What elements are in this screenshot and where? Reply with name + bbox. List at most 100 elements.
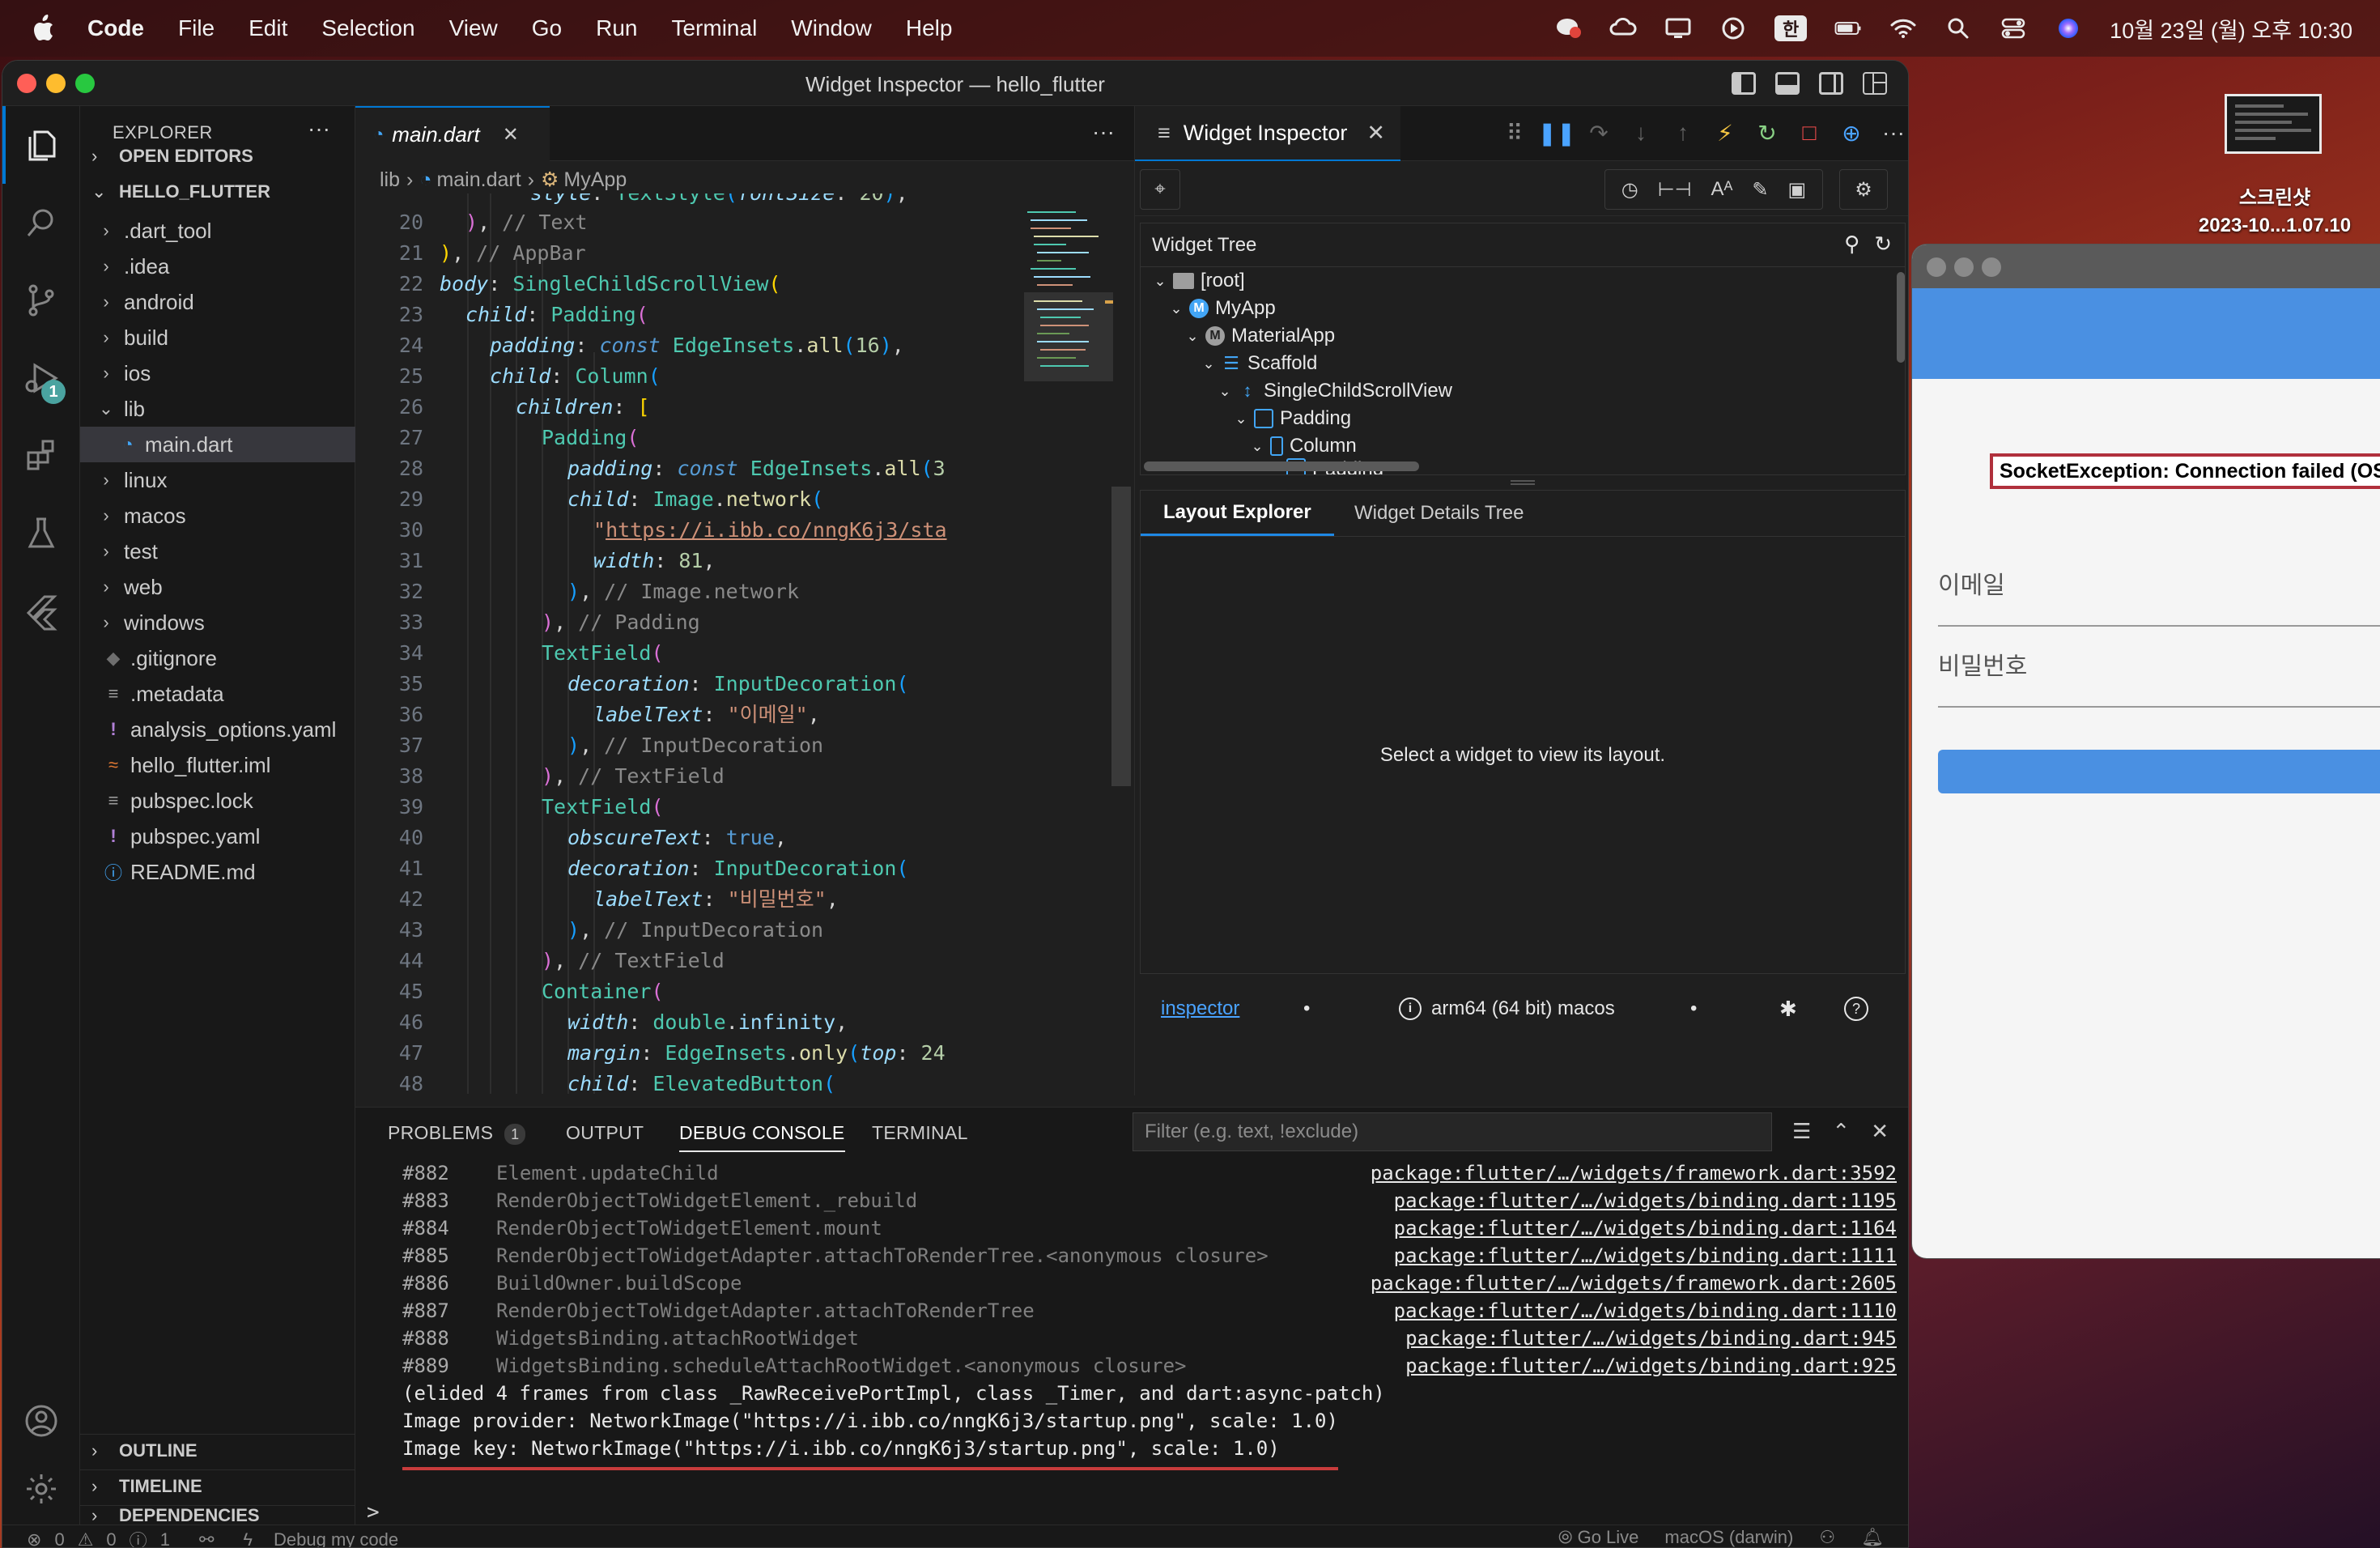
more-actions-icon[interactable]: ···	[1878, 117, 1908, 148]
device-info[interactable]: i arm64 (64 bit) macos	[1399, 997, 1615, 1020]
hot-restart-icon[interactable]: ↻	[1752, 117, 1783, 148]
explorer-more-actions[interactable]: ···	[308, 116, 330, 142]
wifi-icon[interactable]	[1889, 16, 1917, 40]
tree-item-macos[interactable]: › macos	[80, 498, 355, 534]
tree-item-main-dart[interactable]: ◔ main.dart	[80, 427, 355, 462]
errors-icon[interactable]: ⊗	[27, 1529, 41, 1547]
menu-view[interactable]: View	[449, 15, 498, 41]
battery-icon[interactable]	[1834, 16, 1862, 40]
play-circle-icon[interactable]	[1719, 16, 1747, 40]
tree-item-android[interactable]: › android	[80, 284, 355, 320]
tree-item-iml[interactable]: ≈ hello_flutter.iml	[80, 747, 355, 783]
stack-frame-link[interactable]: package:flutter/…/widgets/binding.dart:9…	[1405, 1325, 1897, 1352]
tab-terminal[interactable]: TERMINAL	[872, 1122, 968, 1144]
maximize-panel-icon[interactable]: ⌃	[1832, 1119, 1850, 1144]
tab-debug-console[interactable]: DEBUG CONSOLE	[679, 1122, 845, 1152]
spotlight-search-icon[interactable]	[1944, 16, 1972, 40]
editor-more-actions[interactable]: ···	[1092, 119, 1115, 145]
login-button[interactable]	[1938, 750, 2380, 793]
highlight-repaints-icon[interactable]: ✎	[1752, 178, 1768, 202]
tree-item-pubspec-yaml[interactable]: ! pubspec.yaml	[80, 819, 355, 854]
creative-cloud-icon[interactable]	[1609, 16, 1637, 40]
input-method-indicator[interactable]: 한	[1774, 15, 1808, 41]
stack-frame-link[interactable]: package:flutter/…/widgets/binding.dart:1…	[1394, 1297, 1897, 1325]
tree-item-dart-tool[interactable]: › .dart_tool	[80, 213, 355, 249]
editor-scrollbar[interactable]	[1111, 487, 1131, 786]
clear-console-icon[interactable]: ☰	[1792, 1119, 1811, 1144]
widget-tree-row-padding[interactable]: ⌄ Padding	[1233, 405, 1351, 432]
widget-tree-row-scaffold[interactable]: ⌄ ☰ Scaffold	[1201, 350, 1317, 377]
warnings-icon[interactable]: ⚠	[78, 1529, 94, 1547]
debug-my-code-label[interactable]: Debug my code	[274, 1529, 398, 1547]
inspector-settings-gear-icon[interactable]: ⚙	[1839, 169, 1888, 210]
tree-item-pubspec-lock[interactable]: ≡ pubspec.lock	[80, 783, 355, 819]
menu-terminal[interactable]: Terminal	[671, 15, 757, 41]
widget-tree-refresh-icon[interactable]: ↻	[1874, 232, 1892, 257]
chat-bubble-icon[interactable]	[1554, 16, 1582, 40]
widget-tree-horizontal-scrollbar[interactable]	[1144, 461, 1419, 471]
tab-output[interactable]: OUTPUT	[566, 1122, 644, 1144]
step-into-icon[interactable]: ↓	[1626, 117, 1656, 148]
show-guidelines-icon[interactable]: ⊢⊣	[1658, 178, 1692, 202]
toggle-secondary-sidebar-icon[interactable]	[1819, 72, 1843, 95]
widget-tree-row-myapp[interactable]: ⌄ M MyApp	[1168, 295, 1275, 322]
siri-icon[interactable]	[2055, 16, 2082, 40]
control-center-icon[interactable]	[2000, 16, 2027, 40]
accounts-feedback-icon[interactable]: ⚇	[1819, 1527, 1835, 1547]
password-field-underline[interactable]	[1938, 706, 2380, 708]
stack-frame-link[interactable]: package:flutter/…/widgets/framework.dart…	[1371, 1269, 1897, 1297]
lightning-icon[interactable]: ϟ	[243, 1529, 253, 1547]
testing-flask-icon[interactable]	[2, 495, 80, 572]
timeline-section[interactable]: › TIMELINE	[80, 1469, 355, 1502]
password-field-label[interactable]: 비밀번호	[1938, 646, 2380, 682]
split-drag-handle[interactable]	[1511, 480, 1535, 485]
step-over-icon[interactable]: ↷	[1583, 117, 1614, 148]
step-out-icon[interactable]: ↑	[1668, 117, 1698, 148]
app-zoom-button[interactable]	[1982, 257, 2001, 277]
flutter-icon[interactable]	[2, 572, 80, 650]
search-icon[interactable]	[2, 184, 80, 262]
breadcrumb-lib[interactable]: lib	[380, 168, 400, 191]
drag-handle-icon[interactable]: ⠿	[1499, 117, 1530, 148]
select-widget-mode-icon[interactable]: ⌖	[1140, 169, 1180, 210]
debug-console-output[interactable]: #882 Element.updateChild package:flutter/…	[355, 1159, 1908, 1499]
stack-frame-link[interactable]: package:flutter/…/widgets/binding.dart:1…	[1394, 1242, 1897, 1269]
go-live-button[interactable]: ⦾ Go Live	[1558, 1527, 1639, 1547]
menu-help[interactable]: Help	[906, 15, 953, 41]
stop-icon[interactable]: □	[1794, 117, 1825, 148]
close-tab-icon[interactable]: ✕	[503, 123, 519, 147]
breadcrumb-file[interactable]: main.dart	[436, 168, 521, 191]
widget-tree-search-icon[interactable]: ⚲	[1844, 232, 1859, 257]
app-close-button[interactable]	[1927, 257, 1946, 277]
tree-item-metadata[interactable]: ≡ .metadata	[80, 676, 355, 712]
info-count[interactable]: 1	[160, 1529, 170, 1547]
pause-icon[interactable]: ❚❚	[1538, 117, 1576, 148]
toggle-panel-icon[interactable]	[1775, 72, 1800, 95]
tree-item-web[interactable]: › web	[80, 569, 355, 605]
stack-frame-link[interactable]: package:flutter/…/widgets/binding.dart:9…	[1405, 1352, 1897, 1380]
tree-item-test[interactable]: › test	[80, 534, 355, 569]
tree-item-idea[interactable]: › .idea	[80, 249, 355, 284]
tab-widget-details-tree[interactable]: Widget Details Tree	[1332, 491, 1546, 536]
menu-edit[interactable]: Edit	[249, 15, 287, 41]
menu-go[interactable]: Go	[532, 15, 562, 41]
dependencies-section[interactable]: › DEPENDENCIES	[80, 1505, 355, 1525]
stack-frame-link[interactable]: package:flutter/…/widgets/framework.dart…	[1371, 1159, 1897, 1187]
tree-item-ios[interactable]: › ios	[80, 355, 355, 391]
hot-reload-icon[interactable]: ⚡	[1710, 117, 1740, 148]
errors-count[interactable]: 0	[54, 1529, 64, 1547]
minimap[interactable]	[1024, 208, 1113, 467]
tab-main-dart[interactable]: ◔ main.dart ✕	[355, 106, 550, 161]
desktop-screenshot-label[interactable]: 스크린샷 2023-10...1.07.10	[2178, 185, 2372, 240]
run-and-debug-icon[interactable]: 1	[2, 339, 80, 417]
widget-tree-row-materialapp[interactable]: ⌄ M MaterialApp	[1184, 322, 1335, 350]
project-section[interactable]: ⌄ HELLO_FLUTTER	[80, 176, 355, 208]
bug-report-icon[interactable]: ✱	[1779, 997, 1797, 1022]
apple-icon[interactable]	[31, 15, 55, 42]
tree-item-gitignore[interactable]: ◆ .gitignore	[80, 640, 355, 676]
code-area[interactable]: style: TextStyle(fontSize: 20), 20), // …	[355, 194, 1111, 1094]
debug-session-icon[interactable]: ⚯	[199, 1529, 214, 1547]
accounts-icon[interactable]	[2, 1382, 80, 1460]
tree-item-linux[interactable]: › linux	[80, 462, 355, 498]
open-editors-section[interactable]: › OPEN EDITORS	[80, 140, 355, 172]
